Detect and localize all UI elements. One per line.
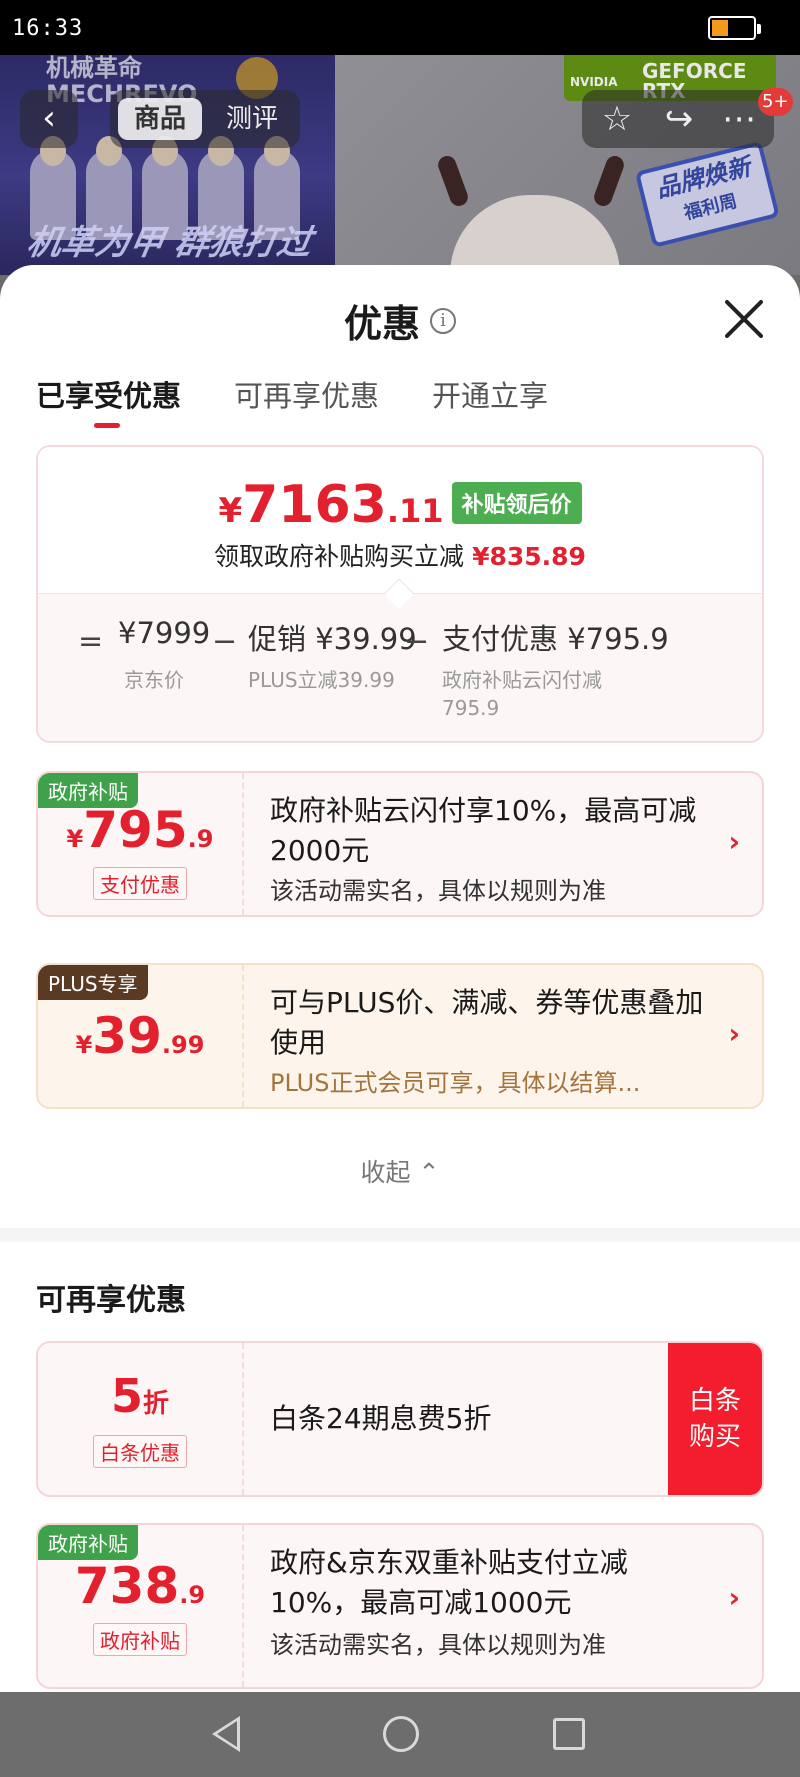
coupon-dual-subsidy[interactable]: 政府补贴 738.9 政府补贴 政府&京东双重补贴支付立减10%，最高可减100… [36,1523,764,1689]
more-icon[interactable]: ⋯ [716,96,762,142]
amount-decimal: .99 [161,1031,205,1059]
equals-sign: = [78,624,104,659]
tab-product[interactable]: 商品 [118,98,202,140]
baitiao-discount-label: 白条优惠 [93,1435,187,1468]
promo-value: 促销 ¥39.99 [248,622,417,656]
payment-discount-value: 支付优惠 ¥795.9 [442,622,669,656]
discount-value: 5 [110,1369,143,1423]
coupon-description: 可与PLUS价、满减、券等优惠叠加使用 [270,986,704,1059]
back-button[interactable]: ‹ [20,90,78,148]
tab-enjoyed[interactable]: 已享受优惠 [36,373,181,415]
plus-exclusive-tag: PLUS专享 [38,965,148,1000]
tab-review[interactable]: 测评 [210,98,294,140]
price-decimal: .11 [386,492,444,530]
payment-discount-label: 政府补贴云闪付减 795.9 [442,668,602,720]
top-actions: ☆ ↪ ⋯ [582,90,774,148]
share-icon[interactable]: ↪ [656,96,702,142]
active-tab-indicator [94,423,120,428]
coupon-gov-subsidy[interactable]: 政府补贴 ¥795.9 支付优惠 政府补贴云闪付享10%，最高可减2000元 该… [36,771,764,917]
saving-row: 领取政府补贴购买立减 ¥835.89 [38,537,762,573]
base-price: ¥7999 [118,616,211,650]
coupon-description: 政府补贴云闪付享10%，最高可减2000元 [270,794,697,867]
coupon-description: 政府&京东双重补贴支付立减10%，最高可减1000元 [270,1546,628,1619]
status-bar: 16:33 [0,0,800,55]
product-review-switch: 商品 测评 [110,90,300,148]
coupon-note: PLUS正式会员可享，具体以结算... [270,1069,641,1097]
discount-unit: 折 [143,1389,170,1419]
coupon-amount: ¥795.9 [38,801,242,859]
coupon-amount: 738.9 [38,1557,242,1615]
collapse-button[interactable]: 收起 ⌃ [0,1153,800,1189]
coupon-description: 白条24期息费5折 [270,1402,492,1435]
chevron-right-icon: › [728,1581,740,1614]
price-summary-card: ¥7163.11 补贴领后价 领取政府补贴购买立减 ¥835.89 = ¥7999 … [36,445,764,743]
chevron-left-icon: ‹ [42,98,56,138]
section-divider [0,1228,800,1242]
price-integer: 7163 [242,475,387,535]
close-button[interactable] [722,297,766,341]
discount-sheet: 优惠 i 已享受优惠 可再享优惠 开通立享 ¥7163.11 补贴领后价 领取政府补… [0,265,800,1695]
subsidy-price-tag: 补贴领后价 [451,482,582,524]
banner-slogan: 机革为甲 群狼打过 [23,223,315,263]
amount-integer: 795 [83,801,188,859]
amount-decimal: .9 [179,1581,206,1609]
promo-label: PLUS立减39.99 [248,668,395,692]
recent-apps-icon[interactable] [553,1718,585,1750]
saving-label: 领取政府补贴购买立减 [214,542,465,571]
sheet-title: 优惠 [343,302,420,346]
star-icon[interactable]: ☆ [594,96,640,142]
discount-tabs: 已享受优惠 可再享优惠 开通立享 [36,373,736,429]
coupon-amount: 5折 [38,1369,242,1423]
chevron-right-icon: › [728,825,740,858]
tab-activate[interactable]: 开通立享 [432,373,548,415]
amount-integer: 39 [92,1007,162,1065]
coupon-plus-exclusive[interactable]: PLUS专享 ¥39.99 可与PLUS价、满减、券等优惠叠加使用 PLUS正式… [36,963,764,1109]
currency-symbol: ¥ [66,825,84,853]
final-price: ¥7163.11 补贴领后价 [38,475,762,535]
amount-integer: 738 [74,1557,180,1615]
coupon-note: 该活动需实名，具体以规则为准 [270,1631,606,1659]
coupon-baitiao[interactable]: 5折 白条优惠 白条24期息费5折 白条 购买 [36,1341,764,1497]
info-icon[interactable]: i [430,307,456,334]
back-icon[interactable] [212,1716,240,1752]
message-count-badge: 5+ [758,88,793,116]
currency-symbol: ¥ [218,491,243,531]
nvidia-logo-text: NVIDIA [570,75,618,89]
currency-symbol: ¥ [75,1031,93,1059]
amount-decimal: .9 [187,825,214,853]
payment-discount-label: 支付优惠 [93,867,187,900]
coupon-note: 该活动需实名，具体以规则为准 [270,877,606,905]
saving-amount: ¥835.89 [472,542,586,571]
home-icon[interactable] [383,1716,419,1752]
chevron-right-icon: › [728,1017,740,1050]
baitiao-buy-button[interactable]: 白条 购买 [668,1343,762,1495]
price-breakdown: = ¥7999 京东价 − 促销 ¥39.99 PLUS立减39.99 − 支付… [38,593,762,741]
minus-sign: − [212,624,238,659]
gov-subsidy-tag: 政府补贴 [38,1525,138,1560]
minus-sign: − [404,624,430,659]
gov-subsidy-label: 政府补贴 [93,1623,187,1656]
battery-icon [708,16,761,40]
tab-more-available[interactable]: 可再享优惠 [234,373,379,415]
system-nav-bar [0,1692,800,1777]
base-price-label: 京东价 [124,668,184,692]
product-banner: 机械革命 MECHREVO 机革为甲 群狼打过 NVIDIA GEFORCE R… [0,55,800,275]
more-discounts-title: 可再享优惠 [36,1283,186,1318]
coupon-amount: ¥39.99 [38,1007,242,1065]
status-time: 16:33 [12,16,84,41]
banner-team-image: 机械革命 MECHREVO 机革为甲 群狼打过 [0,55,335,275]
